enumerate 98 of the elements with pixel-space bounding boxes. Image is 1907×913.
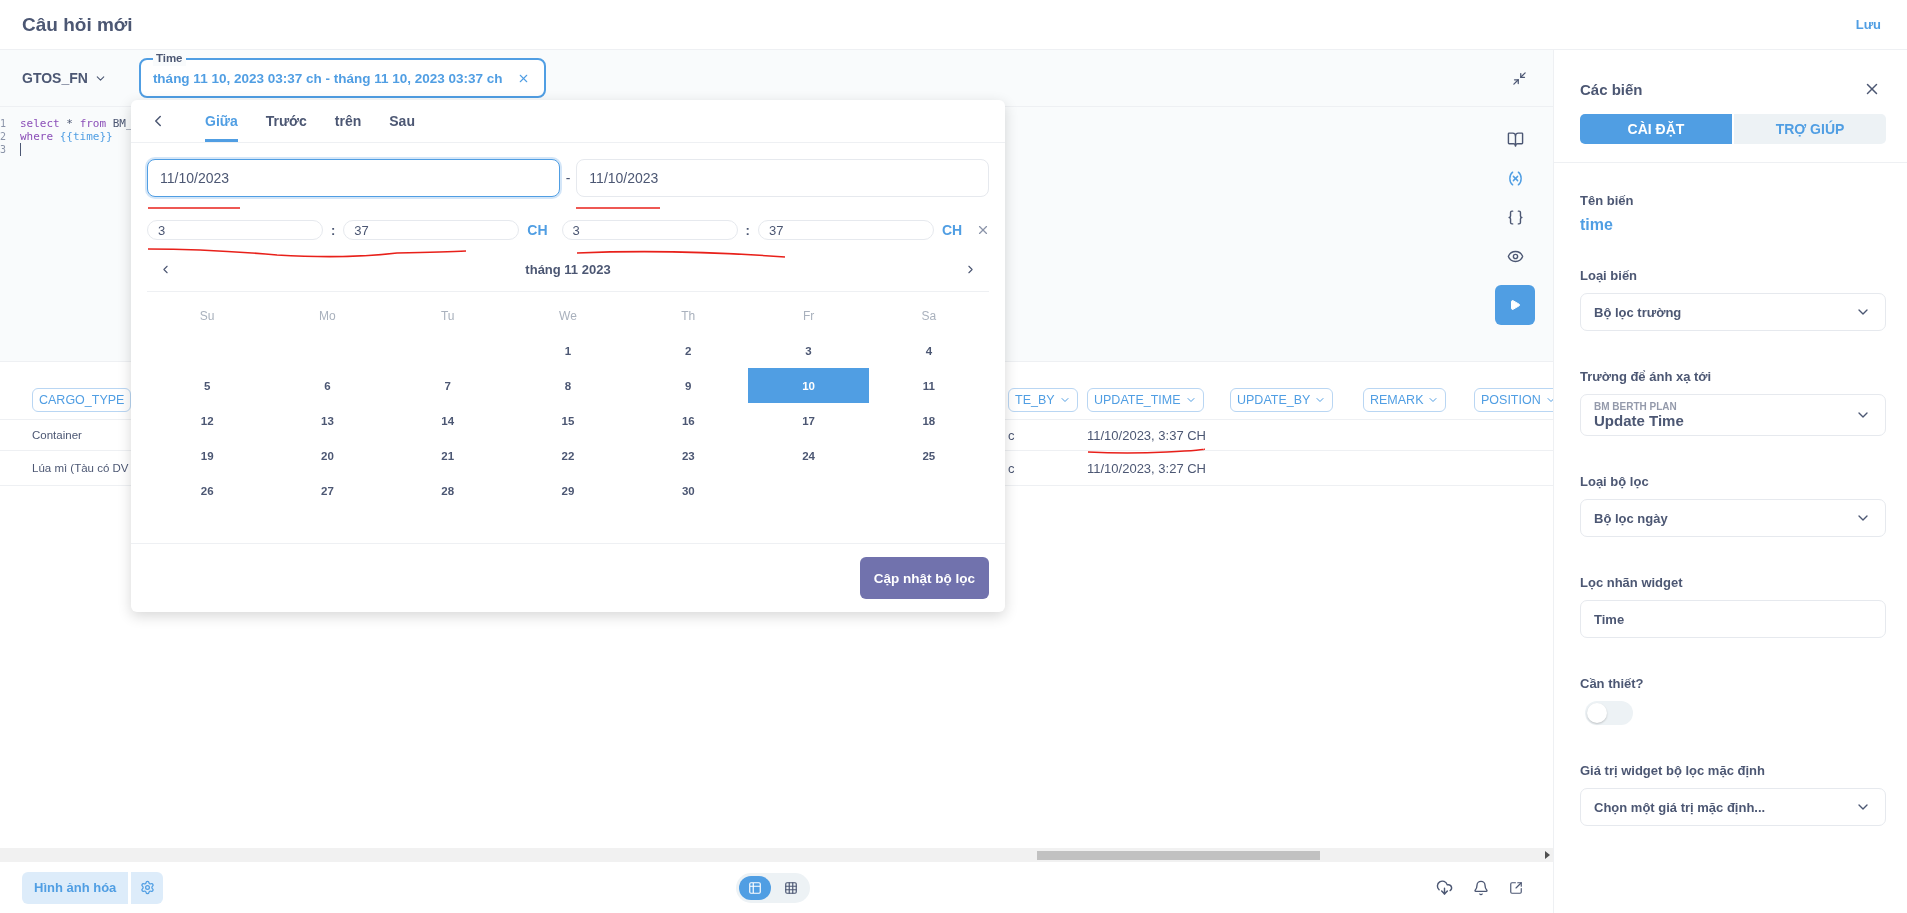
table-cell-text: c (1008, 460, 1016, 476)
select-field[interactable]: Chọn một giá trị mặc định... (1580, 788, 1886, 826)
minute-field[interactable]: 37 (757, 220, 934, 240)
select-value: Bộ lọc ngày (1594, 510, 1668, 526)
line-number: 2 (0, 130, 8, 143)
calendar-day[interactable]: 29 (507, 477, 629, 504)
table-cell-text: c (1008, 427, 1016, 443)
filter-tab[interactable]: Trước (265, 100, 307, 142)
share-icon[interactable] (1509, 880, 1523, 895)
panel-title: Các biến (1580, 80, 1643, 98)
calendar-day[interactable]: 4 (868, 337, 989, 364)
calendar-day[interactable]: 24 (748, 442, 869, 469)
calendar-day[interactable]: 11 (868, 372, 989, 399)
line-number: 1 (0, 117, 8, 130)
weekday-label: We (558, 307, 578, 325)
bell-icon[interactable] (1473, 879, 1489, 896)
weekday-label: Mo (318, 307, 337, 325)
calendar-day[interactable]: 23 (628, 442, 749, 469)
select-field[interactable]: Bộ lọc ngày (1580, 499, 1886, 537)
calendar-day[interactable]: 1 (507, 337, 629, 364)
calendar-day[interactable]: 2 (628, 337, 749, 364)
field-label: Loại biến (1580, 268, 1639, 283)
weekday-label: Th (680, 307, 697, 325)
calendar-day[interactable]: 27 (267, 477, 388, 504)
field-label: Loại bộ lọc (1580, 474, 1650, 489)
calendar-day[interactable]: 14 (387, 407, 508, 434)
time-colon: : (331, 222, 336, 238)
calendar-day[interactable]: 26 (147, 477, 268, 504)
widget-value: tháng 11 10, 2023 03:37 ch - tháng 11 10, 2023 03:37 ch (152, 70, 503, 86)
time-colon: : (745, 222, 750, 238)
horizontal-scrollbar[interactable] (0, 848, 1553, 862)
calendar-day[interactable]: 13 (267, 407, 388, 434)
field-label: Trường để ánh xạ tới (1580, 369, 1713, 384)
weekday-label: Fr (801, 307, 816, 325)
calendar-day[interactable]: 7 (387, 372, 508, 399)
field-label: Tên biến (1580, 193, 1635, 208)
select-value: Chọn một giá trị mặc định... (1594, 799, 1766, 815)
table-cell-text: 11/10/2023, 3:27 CH (1087, 460, 1207, 476)
calendar-day[interactable]: 17 (748, 407, 869, 434)
code-line: select * from BM_ (20, 117, 133, 130)
calendar-day[interactable]: 30 (628, 477, 749, 504)
start-date-field[interactable]: 11/10/2023 (147, 159, 560, 197)
calendar-day[interactable]: 12 (147, 407, 268, 434)
weekday-label: Sa (920, 307, 938, 325)
calendar-day[interactable]: 9 (628, 372, 749, 399)
toggle-switch[interactable] (1585, 701, 1633, 725)
download-icon[interactable] (1436, 879, 1453, 896)
calendar-day[interactable]: 20 (267, 442, 388, 469)
field-label: Cần thiết? (1580, 676, 1645, 691)
table-cell-text: Lúa mì (Tàu có DV (32, 462, 130, 474)
settings-icon (139, 880, 155, 895)
select-field[interactable]: BM BERTH PLAN Update Time (1580, 394, 1886, 436)
eye-icon[interactable] (1506, 248, 1524, 265)
end-date-field[interactable]: 11/10/2023 (576, 159, 989, 197)
run-button[interactable] (1495, 285, 1535, 325)
select-caption: BM BERTH PLAN (1594, 401, 1678, 412)
range-separator: - (565, 170, 571, 186)
line-number: 3 (0, 143, 8, 156)
select-value: Bộ lọc trường (1594, 304, 1682, 320)
calendar-day[interactable]: 6 (267, 372, 388, 399)
field-label: Lọc nhãn widget (1580, 575, 1684, 590)
weekday-label: Tu (439, 307, 456, 325)
calendar-day[interactable]: 18 (868, 407, 989, 434)
snippets-icon[interactable] (1506, 209, 1524, 226)
hour-field[interactable]: 3 (561, 220, 738, 240)
weekday-label: Su (198, 307, 216, 325)
table-cell: 11/10/2023, 3:37 CH (1087, 427, 1230, 443)
input-field[interactable]: Time (1580, 600, 1886, 638)
select-field[interactable]: Bộ lọc trường (1580, 293, 1886, 331)
calendar-day[interactable]: 25 (868, 442, 989, 469)
calendar-day[interactable]: 15 (507, 407, 629, 434)
table-icon[interactable] (738, 875, 771, 900)
calendar-day[interactable]: 28 (387, 477, 508, 504)
month-title: tháng 11 2023 (525, 262, 611, 277)
play-icon (1509, 299, 1521, 311)
collapse-icon[interactable] (1512, 70, 1527, 86)
filter-tab[interactable]: Sau (389, 100, 415, 142)
calendar-day[interactable]: 19 (147, 442, 268, 469)
update-filter-button[interactable]: Cập nhật bộ lọc (859, 557, 989, 599)
book-icon[interactable] (1506, 131, 1524, 148)
calendar-day[interactable]: 8 (507, 372, 629, 399)
hour-field[interactable]: 3 (147, 220, 323, 240)
select-value: Update Time (1594, 412, 1684, 429)
calendar-day[interactable]: 3 (748, 337, 869, 364)
minute-field[interactable]: 37 (343, 220, 520, 240)
text-cursor (20, 143, 21, 156)
calendar-day[interactable]: 16 (628, 407, 749, 434)
table-cell-text: Container (32, 429, 83, 441)
code-line: where {{time}} (20, 130, 113, 143)
variable-name: time (1580, 216, 1614, 234)
variables-icon[interactable] (1506, 170, 1524, 187)
field-label: Giá trị widget bộ lọc mặc định (1580, 763, 1766, 778)
page-title: Câu hỏi mới (22, 13, 133, 36)
calendar-day[interactable]: 22 (507, 442, 629, 469)
calendar-day[interactable]: 21 (387, 442, 508, 469)
filter-tab[interactable]: trên (334, 100, 362, 142)
calendar-day[interactable]: 5 (147, 372, 268, 399)
database-picker[interactable]: GTOS_FN (22, 70, 107, 86)
